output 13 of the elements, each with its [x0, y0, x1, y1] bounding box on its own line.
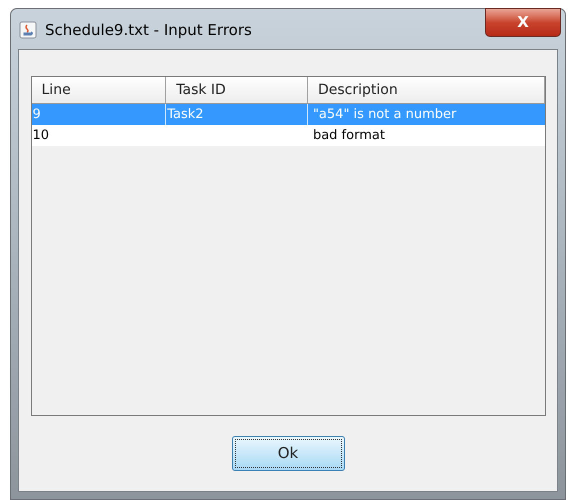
column-header[interactable]: Description: [308, 77, 544, 103]
table-cell-text: 10: [32, 126, 50, 145]
column-header[interactable]: Line: [32, 77, 166, 103]
window-title: Schedule9.txt - Input Errors: [45, 20, 252, 41]
close-button[interactable]: X: [485, 8, 561, 37]
ok-button[interactable]: Ok: [232, 436, 344, 471]
table-cell-text: 9: [32, 106, 41, 124]
table-cell-text: "a54" is not a number: [312, 106, 456, 124]
java-cup-icon: [19, 21, 37, 39]
table-row[interactable]: 10 bad format: [32, 125, 544, 146]
table-cell-text: bad format: [312, 126, 385, 145]
table-cell-text: Task2: [167, 106, 204, 124]
column-header[interactable]: Task ID: [166, 77, 308, 103]
